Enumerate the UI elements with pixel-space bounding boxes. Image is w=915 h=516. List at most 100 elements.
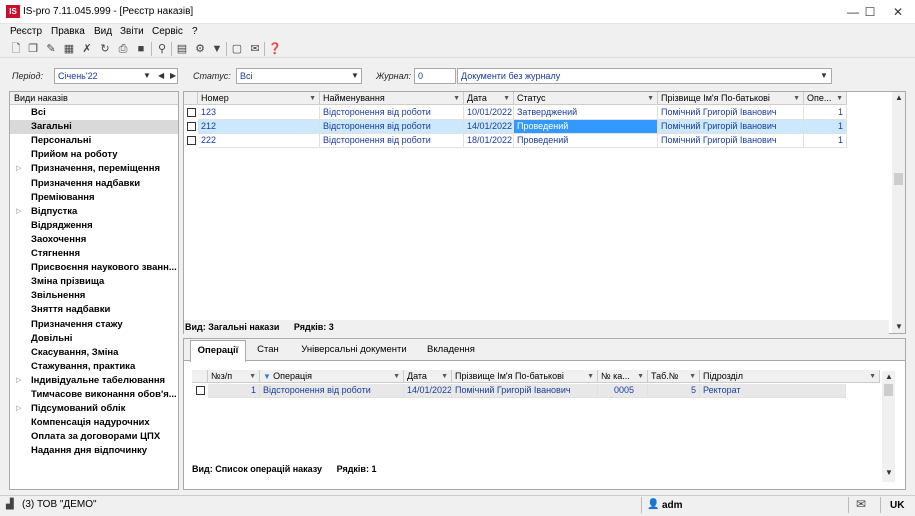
- menu-view[interactable]: Вид: [94, 26, 112, 37]
- tab-state[interactable]: Стан: [250, 340, 286, 360]
- scroll-down-icon[interactable]: ▼: [895, 322, 903, 331]
- subgrid-cell-card[interactable]: 0005: [598, 384, 648, 398]
- scroll-up-icon[interactable]: ▲: [895, 93, 903, 102]
- expand-arrow-icon[interactable]: ▷: [16, 374, 21, 388]
- tree-item[interactable]: Звільнення: [31, 289, 85, 303]
- grid-cell-date[interactable]: 14/01/2022: [464, 120, 514, 134]
- filter-icon[interactable]: ▼: [210, 42, 224, 56]
- scroll-down-icon[interactable]: ▼: [885, 468, 893, 477]
- row-checkbox[interactable]: [187, 136, 196, 145]
- subgrid-scrollbar-thumb[interactable]: [884, 384, 893, 396]
- grid-cell-num[interactable]: 222: [198, 134, 320, 148]
- expand-arrow-icon[interactable]: ▷: [16, 402, 21, 416]
- chevron-down-icon[interactable]: ▼: [820, 71, 828, 80]
- table-icon[interactable]: ▦: [62, 42, 76, 56]
- grid-cell-person[interactable]: Помічний Григорій Іванович: [658, 120, 804, 134]
- grid-cell-num[interactable]: 123: [198, 106, 320, 120]
- subgrid-header-card[interactable]: № ка... ▼: [598, 370, 648, 383]
- tree-item[interactable]: Зняття надбавки: [31, 303, 110, 317]
- print-icon[interactable]: ⎙: [116, 42, 130, 56]
- tree-item[interactable]: Присвоєння наукового званн...: [31, 261, 177, 275]
- grid-cell-person[interactable]: Помічний Григорій Іванович: [658, 106, 804, 120]
- tree-item[interactable]: Всі: [31, 106, 46, 120]
- refresh-icon[interactable]: ↻: [98, 42, 112, 56]
- grid-header-date[interactable]: Дата ▼: [464, 92, 514, 105]
- tree-item[interactable]: Оплата за договорами ЦПХ: [31, 430, 160, 444]
- grid-cell-status[interactable]: Затверджений: [514, 106, 658, 120]
- grid-cell-date[interactable]: 18/01/2022: [464, 134, 514, 148]
- status-select[interactable]: Всі: [236, 68, 362, 84]
- chevron-down-icon[interactable]: ▼: [143, 71, 151, 80]
- copy-icon[interactable]: ❐: [26, 42, 40, 56]
- subgrid-cell-tab[interactable]: 5: [648, 384, 700, 398]
- tree-item[interactable]: Компенсація надурочних: [31, 416, 150, 430]
- row-checkbox[interactable]: [196, 386, 205, 395]
- tab-operations[interactable]: Операції: [190, 340, 246, 362]
- grid-header-status[interactable]: Статус ▼: [514, 92, 658, 105]
- tree-item[interactable]: Стажування, практика: [31, 360, 135, 374]
- tree-item[interactable]: Зміна прізвища: [31, 275, 104, 289]
- subgrid-cell-op[interactable]: Відсторонення від роботи: [260, 384, 404, 398]
- grid-cell-num[interactable]: 212: [198, 120, 320, 134]
- tree-item[interactable]: Підсумований облік: [31, 402, 125, 416]
- doc-icon[interactable]: ▢: [230, 42, 244, 56]
- grid-cell-name[interactable]: Відсторонення від роботи: [320, 134, 464, 148]
- tree-item[interactable]: Стягнення: [31, 247, 80, 261]
- cancel-icon[interactable]: ✗: [80, 42, 94, 56]
- grid-scrollbar[interactable]: [892, 92, 905, 333]
- prev-period-icon[interactable]: ◀: [158, 71, 164, 80]
- grid-cell-status[interactable]: Проведений: [514, 134, 658, 148]
- subgrid-cell-dept[interactable]: Ректорат: [700, 384, 846, 398]
- row-checkbox[interactable]: [187, 122, 196, 131]
- tree-item[interactable]: Призначення надбавки: [31, 177, 140, 191]
- grid-scrollbar-thumb[interactable]: [894, 173, 903, 185]
- help-icon[interactable]: ❓: [268, 42, 282, 56]
- subgrid-header-operation[interactable]: ▼ Операція ▼: [260, 370, 404, 383]
- subgrid-header-person[interactable]: Прізвище Ім'я По-батькові ▼: [452, 370, 598, 383]
- grid-cell-ops[interactable]: 1: [804, 134, 847, 148]
- tree-item[interactable]: Прийом на роботу: [31, 148, 118, 162]
- new-doc-icon[interactable]: 🗋: [9, 42, 23, 56]
- tab-attachments[interactable]: Вкладення: [422, 340, 480, 360]
- subgrid-header-tabno[interactable]: Таб.№ ▼: [648, 370, 700, 383]
- tree-item[interactable]: Преміювання: [31, 191, 95, 205]
- journal-code-field[interactable]: 0: [414, 68, 456, 84]
- tree-item[interactable]: Довільні: [31, 332, 72, 346]
- menu-help[interactable]: ?: [192, 26, 198, 37]
- grid-cell-ops[interactable]: 1: [804, 120, 847, 134]
- export-icon[interactable]: ■: [134, 42, 148, 56]
- grid-cell-status[interactable]: Проведений: [514, 120, 658, 134]
- menu-service[interactable]: Сервіс: [152, 26, 183, 37]
- tree-item[interactable]: Загальні: [31, 120, 72, 134]
- scroll-up-icon[interactable]: ▲: [885, 372, 893, 381]
- subgrid-cell-person[interactable]: Помічний Григорій Іванович: [452, 384, 598, 398]
- subgrid-header-dept[interactable]: Підрозділ ▼: [700, 370, 880, 383]
- menu-reports[interactable]: Звіти: [120, 26, 144, 37]
- mail-icon[interactable]: ✉: [248, 42, 262, 56]
- tree-item[interactable]: Призначення, переміщення: [31, 162, 160, 176]
- edit-icon[interactable]: ✎: [44, 42, 58, 56]
- language-indicator[interactable]: UK: [890, 500, 904, 511]
- grid-header-operations[interactable]: Опе... ▼: [804, 92, 847, 105]
- tree-item[interactable]: Відпустка: [31, 205, 77, 219]
- grid-header-person[interactable]: Прізвище Ім'я По-батькові ▼: [658, 92, 804, 105]
- menu-edit[interactable]: Правка: [51, 26, 85, 37]
- grid-cell-person[interactable]: Помічний Григорій Іванович: [658, 134, 804, 148]
- subgrid-cell-date[interactable]: 14/01/2022: [404, 384, 452, 398]
- close-button[interactable]: ✕: [883, 0, 913, 24]
- tree-item[interactable]: Заохочення: [31, 233, 86, 247]
- tree-item[interactable]: Відрядження: [31, 219, 93, 233]
- tree-item[interactable]: Призначення стажу: [31, 318, 123, 332]
- expand-arrow-icon[interactable]: ▷: [16, 162, 21, 176]
- tree-item[interactable]: Індивідуальне табелювання: [31, 374, 165, 388]
- menu-registry[interactable]: Реєстр: [10, 26, 42, 37]
- tree-item[interactable]: Тимчасове виконання обов'я...: [31, 388, 177, 402]
- tree-item[interactable]: Надання дня відпочинку: [31, 444, 147, 458]
- mail-icon[interactable]: ✉: [856, 497, 866, 511]
- grid-header-number[interactable]: Номер ▼: [198, 92, 320, 105]
- tab-universal-docs[interactable]: Універсальні документи: [298, 340, 410, 360]
- subgrid-header-date[interactable]: Дата ▼: [404, 370, 452, 383]
- next-period-icon[interactable]: ▶: [170, 71, 176, 80]
- grid-cell-date[interactable]: 10/01/2022: [464, 106, 514, 120]
- grid-cell-name[interactable]: Відсторонення від роботи: [320, 120, 464, 134]
